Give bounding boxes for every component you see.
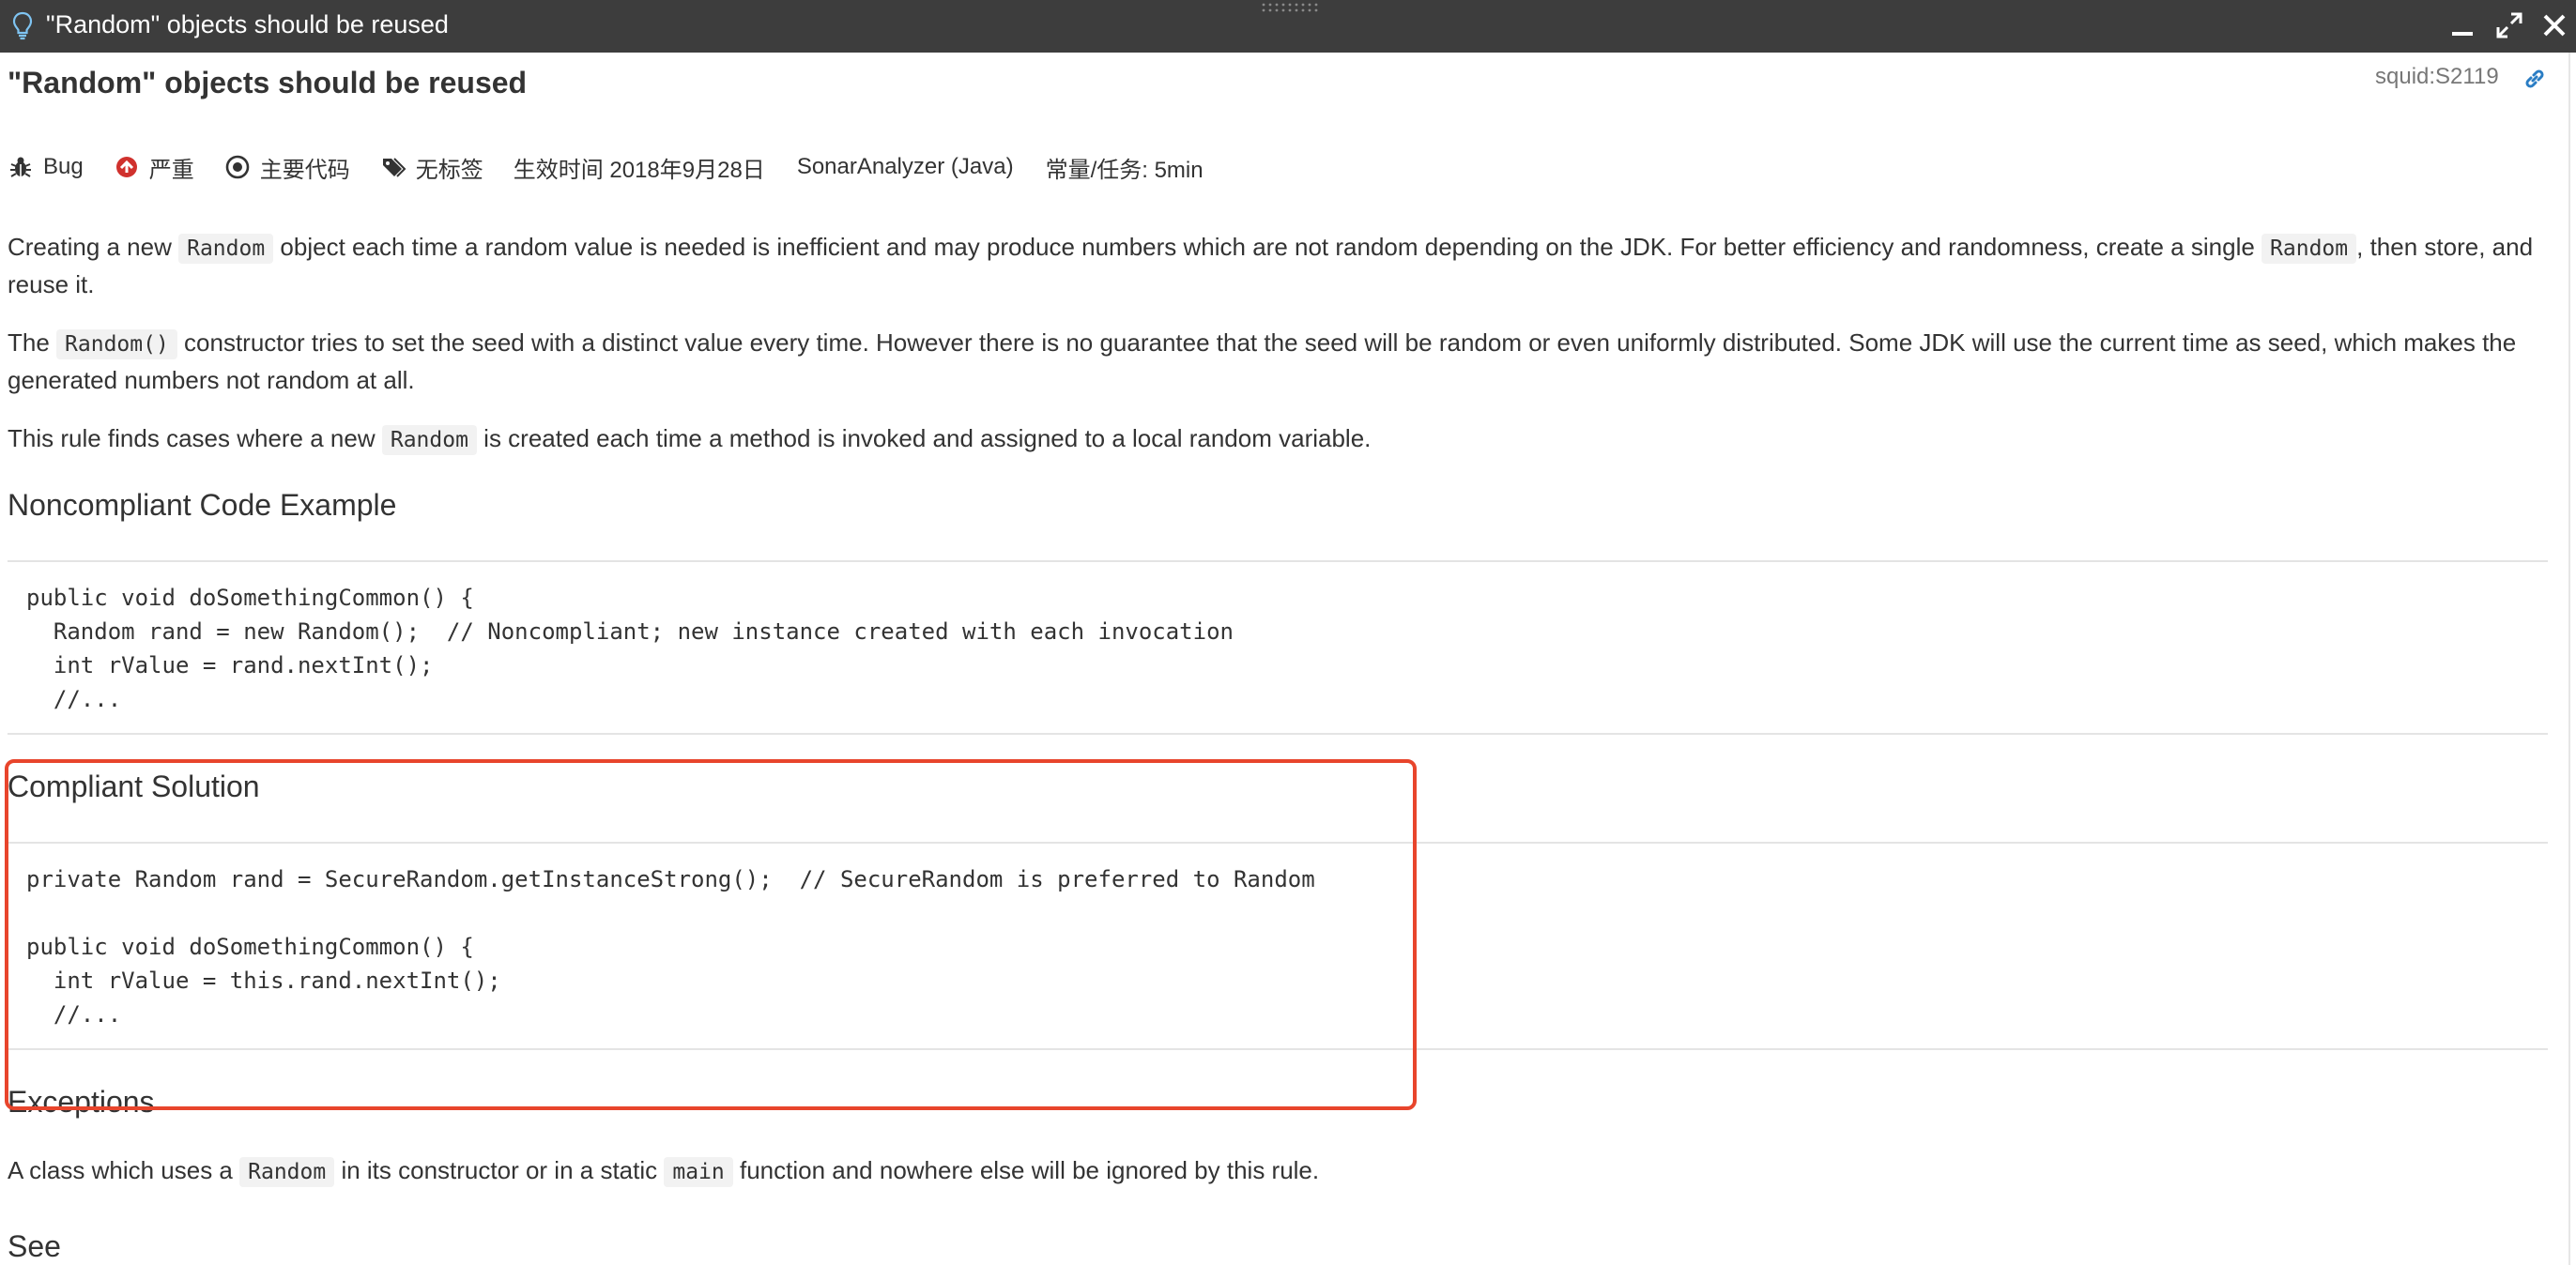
- rule-scope: 主要代码: [224, 151, 350, 184]
- rule-repository: SonarAnalyzer (Java): [796, 154, 1014, 179]
- scrollbar[interactable]: [2568, 53, 2570, 1265]
- rule-tags[interactable]: 无标签: [380, 151, 483, 184]
- rule-details-panel: "Random" objects should be reused squid:…: [0, 53, 2550, 1265]
- permalink-icon[interactable]: [2522, 66, 2548, 92]
- exceptions-text: function and nowhere else will be ignore…: [732, 1156, 1320, 1184]
- noncompliant-heading: Noncompliant Code Example: [8, 488, 397, 522]
- target-icon: [225, 155, 250, 179]
- see-heading: See: [8, 1229, 61, 1263]
- inline-code: Random: [178, 234, 274, 264]
- inline-code: Random(): [56, 329, 177, 359]
- rule-severity-label: 严重: [148, 157, 194, 183]
- rule-scope-label: 主要代码: [259, 157, 350, 183]
- maximize-button[interactable]: [2493, 9, 2525, 41]
- window-titlebar: "Random" objects should be reused: [0, 0, 2576, 53]
- rule-tags-label: 无标签: [415, 157, 483, 183]
- exceptions-paragraph: A class which uses a Random in its const…: [8, 1152, 2542, 1190]
- rule-debt: 常量/任务: 5min: [1045, 157, 1204, 183]
- rule-title: "Random" objects should be reused: [8, 66, 528, 99]
- inline-code: main: [664, 1157, 733, 1187]
- inline-code: Random: [239, 1157, 335, 1187]
- severity-critical-icon: [115, 157, 137, 177]
- description-text: is created each time a method is invoked…: [476, 424, 1372, 452]
- rule-type-label: Bug: [43, 154, 84, 179]
- exceptions-heading: Exceptions: [8, 1085, 155, 1119]
- close-icon: [2543, 14, 2566, 37]
- drag-handle-icon[interactable]: [1260, 2, 1320, 13]
- inline-code: Random: [381, 425, 477, 455]
- description-text: object each time a random value is neede…: [273, 233, 2262, 261]
- description-text: Creating a new: [8, 233, 179, 261]
- close-button[interactable]: [2538, 9, 2570, 41]
- minimize-icon: [2452, 32, 2473, 36]
- noncompliant-code-block: public void doSomethingCommon() { Random…: [8, 560, 2548, 735]
- description-text: The: [8, 328, 57, 357]
- description-paragraph: This rule finds cases where a new Random…: [8, 420, 2542, 458]
- window-title: "Random" objects should be reused: [46, 10, 449, 38]
- description-paragraph: The Random() constructor tries to set th…: [8, 325, 2542, 398]
- expand-icon: [2496, 12, 2522, 38]
- exceptions-text: in its constructor or in a static: [334, 1156, 665, 1184]
- description-paragraph: Creating a new Random object each time a…: [8, 229, 2542, 302]
- compliant-heading: Compliant Solution: [8, 770, 260, 803]
- rule-severity: 严重: [114, 151, 194, 184]
- tags-icon: [382, 158, 406, 177]
- rule-meta: Bug 严重 主要代码 无标签 生效时间 2018年9月28日 SonarAna…: [8, 146, 1235, 188]
- rule-type: Bug: [8, 154, 84, 180]
- compliant-code-block: private Random rand = SecureRandom.getIn…: [8, 842, 2548, 1050]
- inline-code: Random: [2262, 234, 2357, 264]
- exceptions-text: A class which uses a: [8, 1156, 240, 1184]
- bug-icon: [10, 157, 31, 177]
- minimize-button[interactable]: [2446, 9, 2478, 41]
- rule-effective-date: 生效时间 2018年9月28日: [513, 157, 765, 183]
- lightbulb-icon: [12, 11, 33, 40]
- description-text: constructor tries to set the seed with a…: [8, 328, 2517, 394]
- rule-key: squid:S2119: [2375, 64, 2499, 89]
- description-text: This rule finds cases where a new: [8, 424, 382, 452]
